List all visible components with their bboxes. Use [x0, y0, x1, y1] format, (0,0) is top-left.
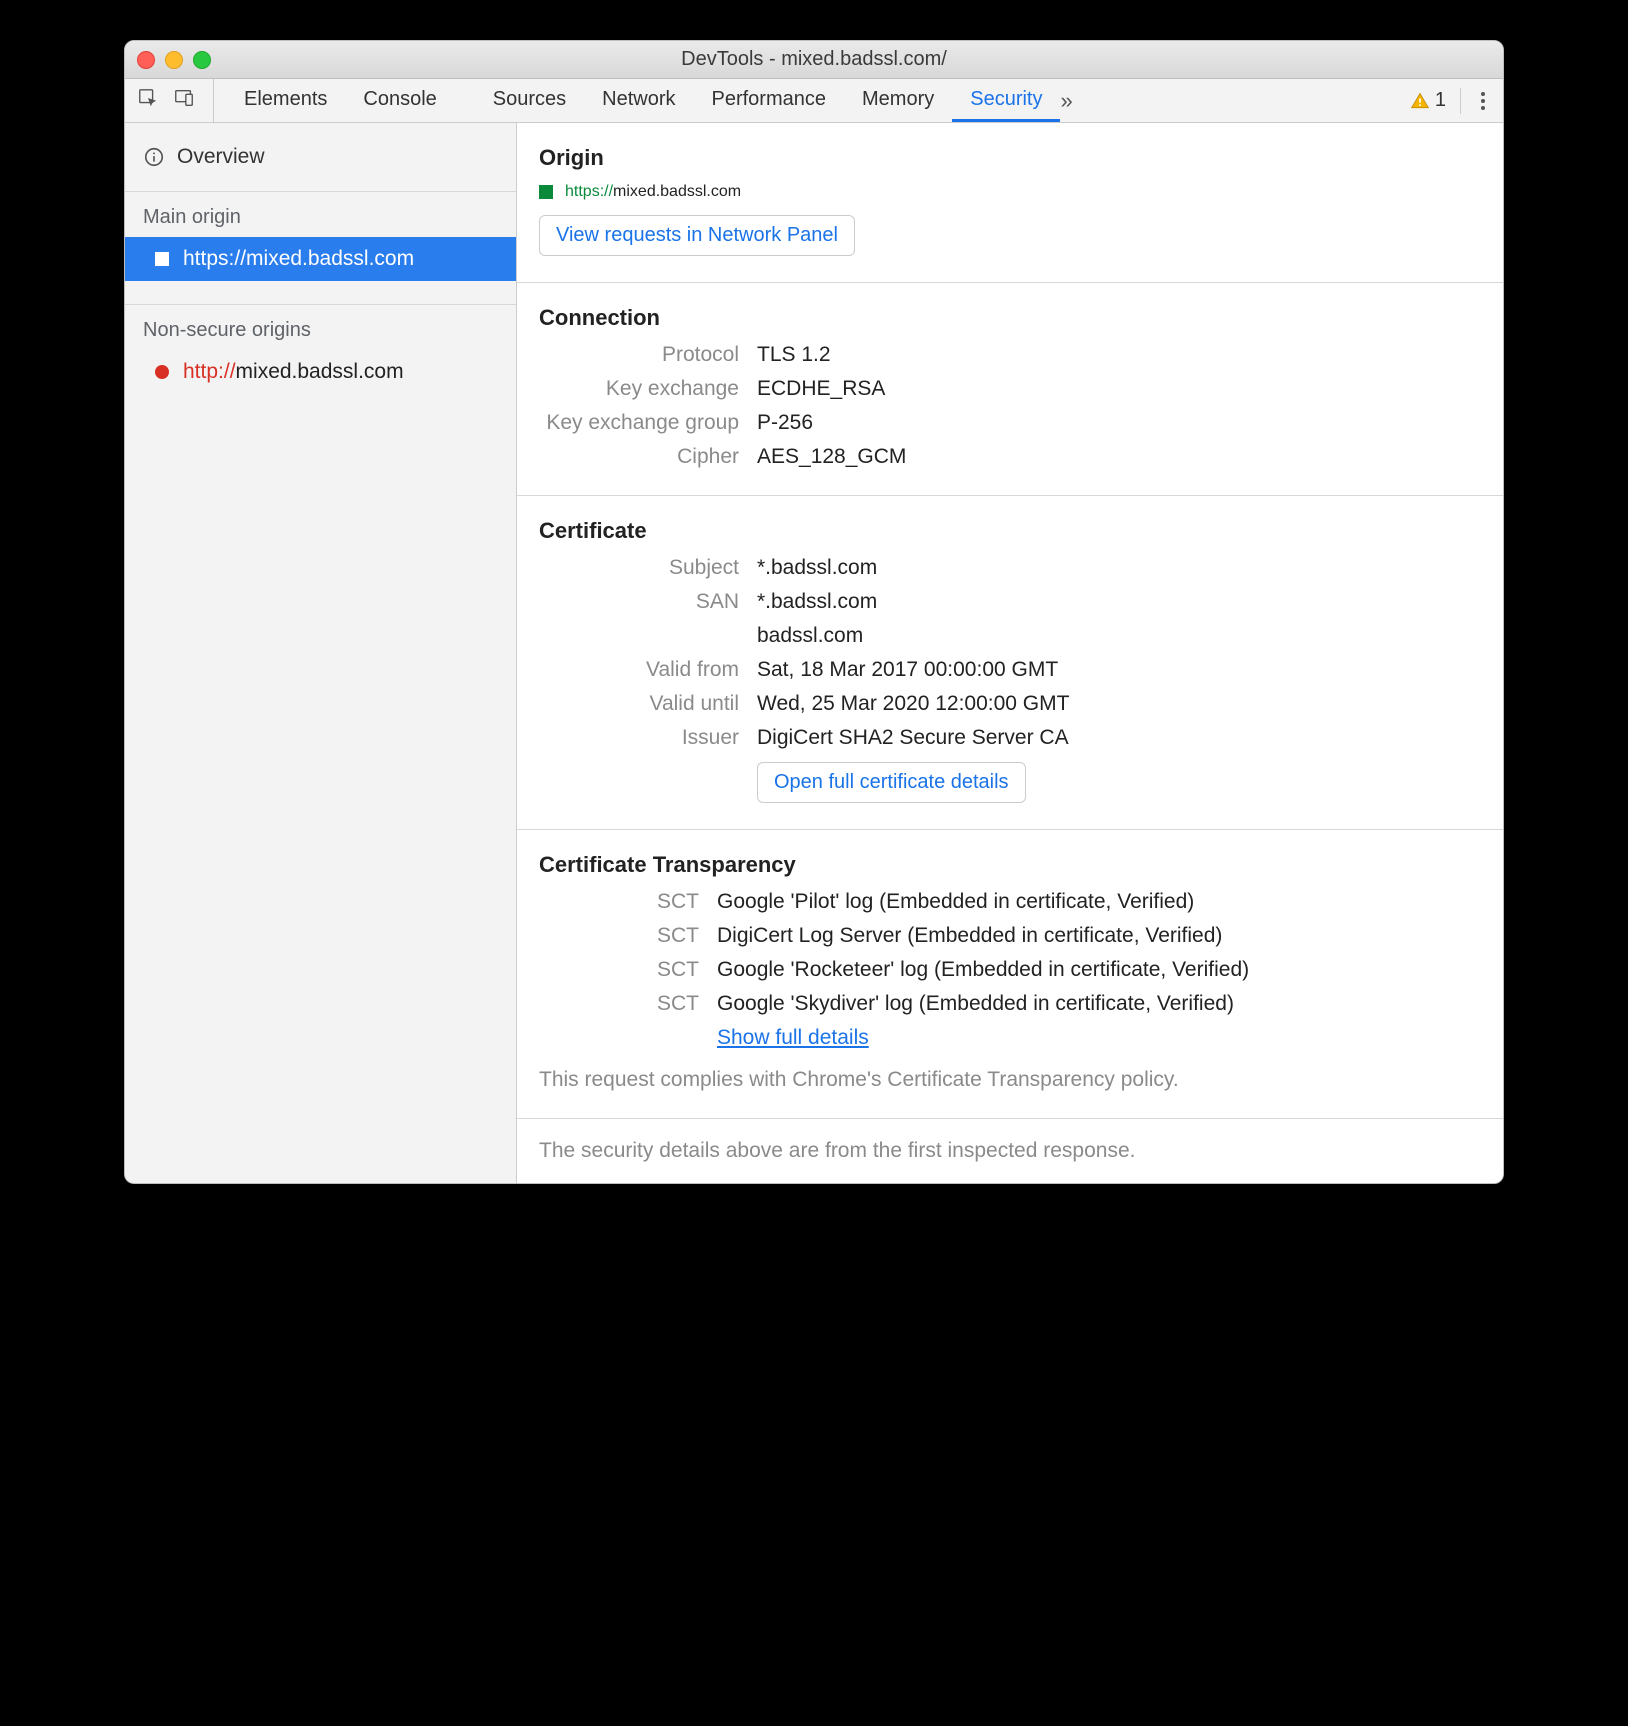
toolbar-left: [137, 79, 214, 122]
devtools-window: DevTools - mixed.badssl.com/ Elements Co…: [124, 40, 1504, 1184]
more-tabs-icon[interactable]: »: [1060, 88, 1066, 114]
ct-compliance-note: This request complies with Chrome's Cert…: [539, 1068, 1481, 1092]
device-toolbar-icon[interactable]: [173, 87, 195, 115]
subject-value: *.badssl.com: [757, 556, 1481, 580]
sidebar-section-nonsecure: Non-secure origins: [125, 305, 516, 350]
kex-value: ECDHE_RSA: [757, 377, 1481, 401]
inspect-element-icon[interactable]: [137, 87, 159, 115]
san-value-2: badssl.com: [757, 624, 1481, 648]
warnings-badge[interactable]: 1: [1410, 89, 1446, 112]
san-value-1: *.badssl.com: [757, 590, 1481, 614]
issuer-value: DigiCert SHA2 Secure Server CA: [757, 726, 1481, 750]
warning-icon: [1410, 91, 1430, 111]
sct-label-1: SCT: [539, 890, 699, 914]
tab-elements[interactable]: Elements: [226, 79, 345, 122]
certificate-pane: Certificate Subject *.badssl.com SAN *.b…: [517, 496, 1503, 830]
valid-from-label: Valid from: [539, 658, 739, 682]
origin-url: http://mixed.badssl.com: [183, 360, 404, 384]
secure-indicator-icon: [539, 185, 553, 199]
sidebar-item-nonsecure-origin[interactable]: http://mixed.badssl.com: [125, 350, 516, 394]
sct-value-2: DigiCert Log Server (Embedded in certifi…: [717, 924, 1481, 948]
protocol-value: TLS 1.2: [757, 343, 1481, 367]
cipher-label: Cipher: [539, 445, 739, 469]
connection-heading: Connection: [539, 305, 1481, 331]
issuer-label: Issuer: [539, 726, 739, 750]
cipher-value: AES_128_GCM: [757, 445, 1481, 469]
security-sidebar: Overview Main origin https://mixed.badss…: [125, 123, 517, 1183]
sidebar-item-main-origin[interactable]: https://mixed.badssl.com: [125, 237, 516, 281]
sidebar-overview[interactable]: Overview: [125, 123, 516, 192]
sct-value-1: Google 'Pilot' log (Embedded in certific…: [717, 890, 1481, 914]
tab-memory[interactable]: Memory: [844, 79, 952, 122]
sct-label-4: SCT: [539, 992, 699, 1016]
ct-pane: Certificate Transparency SCT Google 'Pil…: [517, 830, 1503, 1119]
protocol-label: Protocol: [539, 343, 739, 367]
kex-label: Key exchange: [539, 377, 739, 401]
origin-pane: Origin https://mixed.badssl.com View req…: [517, 123, 1503, 283]
security-details: Origin https://mixed.badssl.com View req…: [517, 123, 1503, 1183]
sct-value-3: Google 'Rocketeer' log (Embedded in cert…: [717, 958, 1481, 982]
origin-heading: Origin: [539, 145, 1481, 171]
sidebar-section-main-origin: Main origin: [125, 192, 516, 237]
devtools-menu-button[interactable]: [1475, 86, 1491, 116]
ct-heading: Certificate Transparency: [539, 852, 1481, 878]
valid-until-label: Valid until: [539, 692, 739, 716]
certificate-heading: Certificate: [539, 518, 1481, 544]
tab-console[interactable]: Console: [345, 79, 454, 122]
tab-sources[interactable]: Sources: [475, 79, 584, 122]
sidebar-overview-label: Overview: [177, 145, 265, 169]
view-requests-button[interactable]: View requests in Network Panel: [539, 215, 855, 256]
kexg-value: P-256: [757, 411, 1481, 435]
devtools-toolbar: Elements Console Sources Network Perform…: [125, 79, 1503, 123]
connection-pane: Connection Protocol TLS 1.2 Key exchange…: [517, 283, 1503, 496]
info-icon: [143, 146, 165, 168]
footer-note: The security details above are from the …: [517, 1119, 1503, 1183]
tab-performance[interactable]: Performance: [694, 79, 845, 122]
secure-origin-icon: [155, 252, 169, 266]
security-panel: Overview Main origin https://mixed.badss…: [125, 123, 1503, 1183]
kexg-label: Key exchange group: [539, 411, 739, 435]
warnings-count: 1: [1435, 89, 1446, 112]
insecure-origin-icon: [155, 365, 169, 379]
tab-network[interactable]: Network: [584, 79, 693, 122]
tab-security[interactable]: Security: [952, 79, 1060, 122]
titlebar: DevTools - mixed.badssl.com/: [125, 41, 1503, 79]
sct-label-2: SCT: [539, 924, 699, 948]
subject-label: Subject: [539, 556, 739, 580]
sct-value-4: Google 'Skydiver' log (Embedded in certi…: [717, 992, 1481, 1016]
show-full-details-link[interactable]: Show full details: [717, 1026, 869, 1049]
window-title: DevTools - mixed.badssl.com/: [125, 48, 1503, 71]
devtools-tabs: Elements Console Sources Network Perform…: [226, 79, 1410, 122]
toolbar-right: 1: [1410, 86, 1491, 116]
toolbar-divider: [1460, 88, 1461, 114]
origin-url-line: https://mixed.badssl.com: [539, 183, 1481, 201]
open-certificate-button[interactable]: Open full certificate details: [757, 762, 1026, 803]
valid-until-value: Wed, 25 Mar 2020 12:00:00 GMT: [757, 692, 1481, 716]
valid-from-value: Sat, 18 Mar 2017 00:00:00 GMT: [757, 658, 1481, 682]
san-label: SAN: [539, 590, 739, 614]
sct-label-3: SCT: [539, 958, 699, 982]
origin-url: https://mixed.badssl.com: [183, 247, 414, 271]
